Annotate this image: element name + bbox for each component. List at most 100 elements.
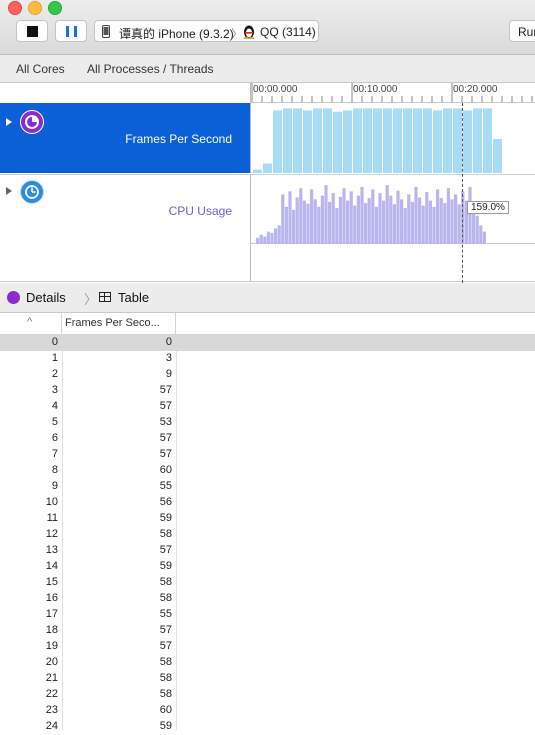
row-fps-value: 59: [159, 720, 172, 732]
cpu-bar: [378, 193, 382, 244]
cpu-bar: [335, 208, 339, 244]
fps-bar: [283, 108, 292, 173]
table-row[interactable]: 21 58: [0, 671, 535, 687]
table-row[interactable]: 9 55: [0, 479, 535, 495]
cpu-track[interactable]: CPU Usage: [0, 174, 535, 244]
row-index: 7: [51, 448, 58, 460]
row-fps-value: 60: [159, 464, 172, 476]
all-cores-filter[interactable]: All Cores: [16, 62, 65, 76]
row-index: 20: [45, 656, 58, 668]
run-button[interactable]: Run: [509, 20, 535, 42]
row-fps-value: 57: [159, 432, 172, 444]
table-row[interactable]: 13: [0, 351, 535, 367]
cpu-bar: [425, 191, 429, 244]
disclosure-triangle-icon[interactable]: [6, 118, 12, 126]
fps-bar: [323, 108, 332, 173]
target-process[interactable]: QQ (3114): [260, 25, 316, 39]
pause-recording-button[interactable]: [55, 20, 87, 42]
stop-recording-button[interactable]: [16, 20, 48, 42]
cpu-bar: [295, 197, 299, 244]
table-row[interactable]: 22 58: [0, 687, 535, 703]
row-fps-value: 55: [159, 480, 172, 492]
fps-track[interactable]: Frames Per Second: [0, 103, 535, 173]
details-breadcrumb[interactable]: Details: [26, 290, 66, 305]
table-row[interactable]: 4 57: [0, 399, 535, 415]
table-row[interactable]: 20 58: [0, 655, 535, 671]
table-row[interactable]: 11 59: [0, 511, 535, 527]
fps-bar: [453, 108, 462, 173]
close-window-button[interactable]: [8, 1, 22, 15]
fps-bar: [273, 110, 282, 173]
fps-bar: [473, 108, 482, 173]
row-index: 24: [45, 720, 58, 732]
cpu-track-header[interactable]: CPU Usage: [0, 175, 250, 244]
cpu-cursor-value: 159.0%: [467, 201, 509, 214]
all-processes-filter[interactable]: All Processes / Threads: [87, 62, 214, 76]
fps-graph[interactable]: [250, 103, 535, 173]
fps-column-header[interactable]: Frames Per Seco...: [62, 313, 176, 334]
inspection-cursor[interactable]: [462, 103, 463, 283]
timeline-ruler[interactable]: 00:00.000 00:10.000 00:20.000: [250, 83, 535, 103]
table-row[interactable]: 15 58: [0, 575, 535, 591]
details-icon: [7, 291, 20, 304]
table-row[interactable]: 18 57: [0, 623, 535, 639]
minimize-window-button[interactable]: [28, 1, 42, 15]
cpu-bar: [302, 200, 306, 244]
row-fps-value: 58: [159, 672, 172, 684]
cpu-bar: [403, 208, 407, 244]
table-row[interactable]: 5 53: [0, 415, 535, 431]
cpu-bar: [418, 197, 422, 244]
fps-bar: [413, 108, 422, 173]
cpu-bar: [400, 199, 404, 244]
table-row[interactable]: 3 57: [0, 383, 535, 399]
target-device[interactable]: 谭真的 iPhone (9.3.2): [119, 25, 234, 42]
cpu-bar: [266, 231, 270, 244]
table-row[interactable]: 13 57: [0, 543, 535, 559]
table-row[interactable]: 10 56: [0, 495, 535, 511]
iphone-icon: [102, 25, 110, 38]
cpu-bar: [310, 189, 314, 244]
fps-bar: [363, 108, 372, 173]
table-row[interactable]: 24 59: [0, 719, 535, 735]
target-selector[interactable]: 谭真的 iPhone (9.3.2) 〉 QQ (3114): [94, 20, 319, 42]
cpu-bar: [457, 204, 461, 244]
disclosure-triangle-icon[interactable]: [6, 187, 12, 195]
table-row[interactable]: 14 59: [0, 559, 535, 575]
cpu-bar: [385, 185, 389, 244]
table-row[interactable]: 23 60: [0, 703, 535, 719]
cpu-bar: [374, 206, 378, 244]
row-index: 2: [51, 368, 58, 380]
cpu-bar: [468, 186, 472, 244]
cpu-bar: [353, 205, 357, 244]
table-row[interactable]: 19 57: [0, 639, 535, 655]
index-column-header[interactable]: ^: [0, 313, 62, 334]
fps-bar: [393, 108, 402, 173]
fps-bar: [333, 111, 342, 173]
zoom-window-button[interactable]: [48, 1, 62, 15]
row-fps-value: 0: [165, 336, 172, 348]
table-breadcrumb[interactable]: Table: [118, 290, 149, 305]
fps-bar: [293, 108, 302, 173]
row-fps-value: 57: [159, 384, 172, 396]
cpu-bar: [432, 206, 436, 244]
row-index: 11: [46, 512, 58, 524]
cpu-bar: [338, 196, 342, 244]
table-row[interactable]: 7 57: [0, 447, 535, 463]
table-row[interactable]: 16 58: [0, 591, 535, 607]
fps-bar: [443, 108, 452, 173]
table-row[interactable]: 12 58: [0, 527, 535, 543]
cpu-bar: [288, 191, 292, 244]
table-row[interactable]: 8 60: [0, 463, 535, 479]
row-fps-value: 59: [159, 560, 172, 572]
fps-track-header[interactable]: Frames Per Second: [0, 103, 250, 173]
table-row[interactable]: 17 55: [0, 607, 535, 623]
table-row[interactable]: 29: [0, 367, 535, 383]
row-fps-value: 57: [159, 448, 172, 460]
table-row[interactable]: 6 57: [0, 431, 535, 447]
row-index: 9: [51, 480, 58, 492]
table-row[interactable]: 00: [0, 335, 535, 351]
row-index: 3: [51, 384, 58, 396]
cpu-bar: [277, 225, 281, 244]
cpu-bar: [320, 195, 324, 244]
row-fps-value: 60: [159, 704, 172, 716]
